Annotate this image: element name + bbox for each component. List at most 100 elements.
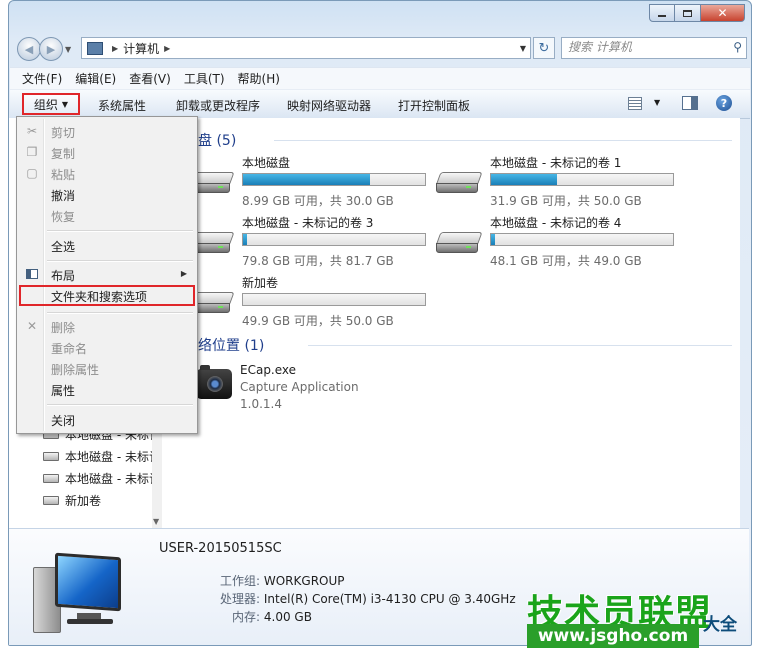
- maximize-icon: [683, 9, 692, 17]
- help-icon[interactable]: ?: [716, 95, 732, 111]
- organize-dropdown-icon: ▼: [61, 99, 69, 109]
- nav-item-drive[interactable]: 本地磁盘 - 未标记: [43, 448, 161, 465]
- recent-pages-dropdown-icon[interactable]: ▼: [65, 45, 71, 54]
- menu-item-undo[interactable]: 撤消: [19, 184, 195, 205]
- drive-stats: 31.9 GB 可用，共 50.0 GB: [490, 194, 642, 208]
- menu-item-paste[interactable]: ▢ 粘贴: [19, 163, 195, 184]
- computer-icon: [87, 41, 103, 55]
- drive-item[interactable]: 新加卷 49.9 GB 可用，共 50.0 GB: [187, 276, 440, 328]
- drive-name: 本地磁盘 - 未标记的卷 3: [242, 216, 374, 230]
- menu-item-rename[interactable]: 重命名: [19, 337, 195, 358]
- close-icon: ✕: [717, 6, 728, 20]
- menu-item-redo[interactable]: 恢复: [19, 205, 195, 226]
- map-network-drive-button[interactable]: 映射网络驱动器: [287, 97, 371, 114]
- nav-item-label: 新加卷: [65, 494, 102, 508]
- hard-drive-icon: [435, 172, 483, 194]
- content-area: 硬盘 (5) 本地磁盘 8.99 GB 可用，共 30.0 GB 本地磁盘 - …: [162, 118, 740, 528]
- watermark: 技术员联盟 www.jsgho.com 大全: [527, 584, 757, 654]
- menu-item-properties[interactable]: 属性: [19, 379, 195, 400]
- minimize-button[interactable]: [649, 4, 675, 22]
- menu-separator: [47, 260, 193, 262]
- refresh-button[interactable]: ↻: [533, 37, 555, 59]
- system-properties-button[interactable]: 系统属性: [98, 97, 146, 114]
- menu-item-select-all[interactable]: 全选: [19, 235, 195, 256]
- breadcrumb-separator-icon[interactable]: ▶: [164, 44, 170, 53]
- drive-usage-fill: [243, 234, 247, 245]
- organize-button[interactable]: 组织 ▼: [22, 93, 80, 115]
- workgroup-row: 工作组: WORKGROUP: [220, 572, 345, 589]
- menu-edit[interactable]: 编辑(E): [75, 70, 116, 87]
- scissors-icon: ✂: [26, 124, 38, 138]
- menu-file[interactable]: 文件(F): [22, 70, 62, 87]
- workgroup-value: WORKGROUP: [263, 574, 345, 588]
- command-bar: 组织 ▼ 系统属性 卸载或更改程序 映射网络驱动器 打开控制面板 ▼ ?: [10, 89, 750, 119]
- search-box[interactable]: ⚲: [561, 37, 747, 59]
- view-dropdown-icon[interactable]: ▼: [654, 98, 660, 107]
- menu-separator: [47, 404, 193, 406]
- computer-name: USER-20150515SC: [159, 541, 282, 556]
- menu-item-close[interactable]: 关闭: [19, 409, 195, 430]
- nav-buttons: ◀ ▶ ▼: [17, 37, 71, 61]
- workgroup-label: 工作组:: [220, 574, 261, 588]
- scroll-down-icon[interactable]: ▼: [153, 517, 159, 526]
- organize-menu: ✂ 剪切 ❐ 复制 ▢ 粘贴 撤消 恢复 全选 布局 ▶ 文件夹和搜索选项 ✕ 删除 重命…: [16, 116, 198, 434]
- drive-item[interactable]: 本地磁盘 - 未标记的卷 1 31.9 GB 可用，共 50.0 GB: [435, 156, 688, 208]
- menu-item-delete[interactable]: ✕ 删除: [19, 316, 195, 337]
- menu-item-cut[interactable]: ✂ 剪切: [19, 121, 195, 142]
- drive-usage-bar: [490, 233, 674, 246]
- organize-label: 组织: [33, 97, 58, 112]
- menu-item-folder-options[interactable]: 文件夹和搜索选项: [19, 285, 195, 306]
- drive-item[interactable]: 本地磁盘 8.99 GB 可用，共 30.0 GB: [187, 156, 440, 208]
- drive-icon: [43, 496, 59, 505]
- address-dropdown-icon[interactable]: ▼: [520, 44, 526, 53]
- group-divider: [274, 140, 732, 141]
- address-bar[interactable]: ▶ 计算机 ▶ ▼: [81, 37, 531, 59]
- app-description: Capture Application: [240, 380, 359, 394]
- breadcrumb-separator-icon[interactable]: ▶: [112, 44, 118, 53]
- drive-usage-bar: [242, 233, 426, 246]
- nav-item-drive[interactable]: 本地磁盘 - 未标记: [43, 470, 161, 487]
- drive-stats: 48.1 GB 可用，共 49.0 GB: [490, 254, 642, 268]
- search-input[interactable]: [568, 40, 718, 54]
- maximize-button[interactable]: [675, 4, 701, 22]
- back-button[interactable]: ◀: [17, 37, 41, 61]
- menu-tools[interactable]: 工具(T): [184, 70, 225, 87]
- drive-item[interactable]: 本地磁盘 - 未标记的卷 3 79.8 GB 可用，共 81.7 GB: [187, 216, 440, 268]
- menu-bar: 文件(F) 编辑(E) 查看(V) 工具(T) 帮助(H): [10, 67, 750, 89]
- menu-separator: [47, 312, 193, 314]
- breadcrumb-computer[interactable]: 计算机: [123, 40, 159, 57]
- back-arrow-icon: ◀: [24, 42, 34, 56]
- watermark-side-text: 大全: [703, 615, 737, 635]
- menu-item-copy[interactable]: ❐ 复制: [19, 142, 195, 163]
- caption-buttons: ✕: [649, 4, 745, 22]
- forward-button[interactable]: ▶: [39, 37, 63, 61]
- search-icon[interactable]: ⚲: [733, 40, 742, 54]
- drive-usage-bar: [242, 293, 426, 306]
- uninstall-program-button[interactable]: 卸载或更改程序: [176, 97, 260, 114]
- nav-item-label: 本地磁盘 - 未标记: [65, 450, 161, 464]
- nav-item-drive[interactable]: 新加卷: [43, 492, 101, 509]
- close-button[interactable]: ✕: [701, 4, 745, 22]
- hard-drive-icon: [435, 232, 483, 254]
- preview-pane-icon[interactable]: [682, 96, 698, 110]
- forward-arrow-icon: ▶: [46, 42, 56, 56]
- open-control-panel-button[interactable]: 打开控制面板: [398, 97, 470, 114]
- menu-separator: [47, 230, 193, 232]
- drive-name: 本地磁盘: [242, 156, 291, 170]
- watermark-url: www.jsgho.com: [527, 624, 699, 648]
- network-item-ecap[interactable]: ECap.exe Capture Application 1.0.1.4: [182, 363, 422, 423]
- drive-usage-fill: [491, 234, 495, 245]
- menu-item-remove-properties[interactable]: 删除属性: [19, 358, 195, 379]
- memory-row: 内存: 4.00 GB: [232, 608, 312, 625]
- menu-item-layout[interactable]: 布局 ▶: [19, 264, 195, 285]
- cpu-row: 处理器: Intel(R) Core(TM) i3-4130 CPU @ 3.4…: [220, 590, 516, 607]
- drive-item[interactable]: 本地磁盘 - 未标记的卷 4 48.1 GB 可用，共 49.0 GB: [435, 216, 688, 268]
- drive-name: 新加卷: [242, 276, 279, 290]
- drive-usage-fill: [243, 174, 371, 185]
- menu-help[interactable]: 帮助(H): [238, 70, 280, 87]
- menu-view[interactable]: 查看(V): [129, 70, 171, 87]
- drive-icon: [43, 474, 59, 483]
- delete-x-icon: ✕: [26, 319, 38, 333]
- refresh-icon: ↻: [538, 40, 550, 56]
- view-options-icon[interactable]: [628, 97, 642, 110]
